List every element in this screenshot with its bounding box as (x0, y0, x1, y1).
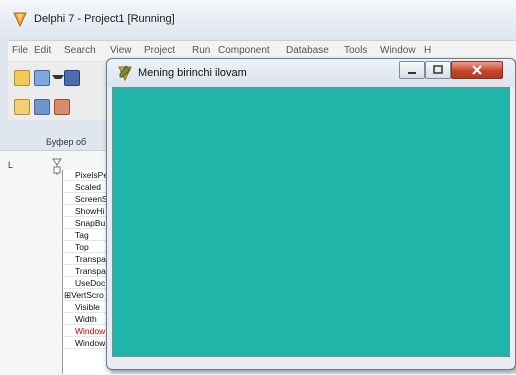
delphi-form-icon (118, 65, 132, 81)
property-row[interactable]: ScreenS (63, 194, 111, 205)
chevron-down-icon[interactable] (52, 75, 64, 83)
menu-edit[interactable]: Edit (34, 45, 51, 56)
property-row[interactable]: UseDoc (63, 278, 111, 289)
form-title-bar[interactable]: Mening birinchi ilovam (107, 59, 515, 87)
delphi-logo-icon (13, 12, 27, 27)
view-form-icon[interactable] (34, 99, 50, 115)
menu-run[interactable]: Run (192, 45, 210, 56)
property-row[interactable]: Transpa (63, 266, 111, 277)
ide-title-bar[interactable]: Delphi 7 - Project1 [Running] (0, 0, 516, 40)
open-icon[interactable] (34, 70, 50, 86)
maximize-icon (433, 65, 443, 74)
property-row[interactable]: Top (63, 242, 111, 253)
property-row[interactable]: PixelsPe (63, 170, 111, 181)
property-row[interactable]: Transpa (63, 254, 111, 265)
clipboard-label: Буфер об (46, 137, 87, 147)
property-row[interactable]: WindowState (63, 338, 111, 349)
property-row[interactable]: Tag (63, 230, 111, 241)
menu-database[interactable]: Database (286, 45, 329, 56)
structure-label: L (8, 160, 14, 170)
toggle-form-unit-icon[interactable] (54, 99, 70, 115)
property-row-highlighted[interactable]: Window (63, 326, 111, 337)
running-form-window[interactable]: Mening birinchi ilovam (106, 58, 516, 370)
property-row[interactable]: SnapBu (63, 218, 111, 229)
close-button[interactable] (451, 61, 503, 79)
save-icon[interactable] (64, 70, 80, 86)
property-row-expandable[interactable]: ⊞VertScro (63, 290, 111, 301)
property-grid: PixelsPe Scaled ScreenS ShowHi SnapBu Ta… (62, 170, 111, 374)
menu-search[interactable]: Search (64, 45, 96, 56)
menu-tools[interactable]: Tools (344, 45, 367, 56)
maximize-button[interactable] (425, 61, 451, 79)
property-row[interactable]: Width (63, 314, 111, 325)
menu-help[interactable]: H (424, 45, 431, 56)
menu-component[interactable]: Component (218, 45, 270, 56)
menu-view[interactable]: View (110, 45, 132, 56)
view-unit-icon[interactable] (14, 99, 30, 115)
close-icon (472, 65, 482, 75)
form-title-text: Mening birinchi ilovam (138, 67, 247, 79)
form-client-area[interactable] (112, 87, 510, 357)
minimize-button[interactable] (399, 61, 425, 79)
property-row[interactable]: Scaled (63, 182, 111, 193)
menu-file[interactable]: File (12, 45, 28, 56)
menu-project[interactable]: Project (144, 45, 175, 56)
new-items-icon[interactable] (14, 70, 30, 86)
ide-title-text: Delphi 7 - Project1 [Running] (34, 13, 175, 25)
menu-window[interactable]: Window (380, 45, 416, 56)
property-row[interactable]: Visible (63, 302, 111, 313)
window-controls (399, 61, 509, 79)
property-row[interactable]: ShowHi (63, 206, 111, 217)
minimize-icon (408, 72, 416, 74)
